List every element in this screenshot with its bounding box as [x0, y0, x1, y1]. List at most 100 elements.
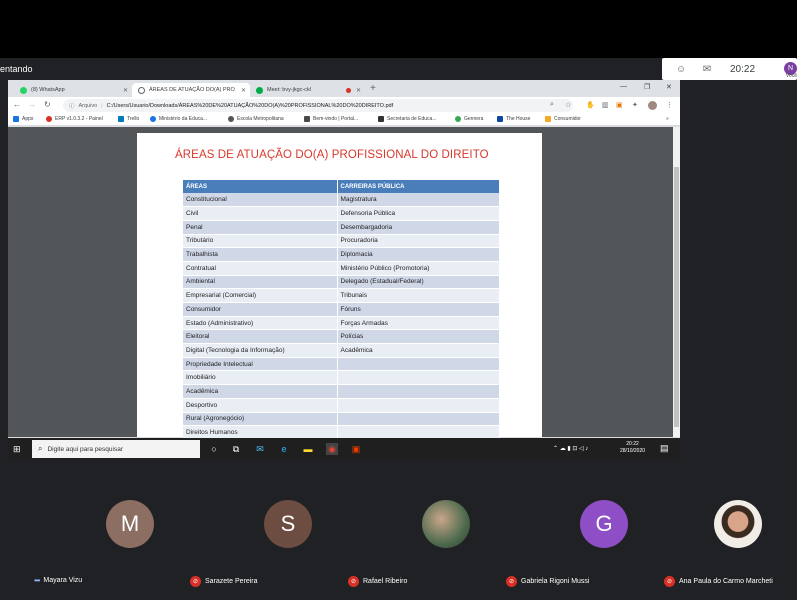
bookmark-item[interactable]: Consumidor: [545, 116, 581, 122]
tab-meet[interactable]: Meet: bvy-jkgc-ckl ✕: [250, 83, 365, 97]
bookmark-item[interactable]: Escola Metropolitana: [228, 116, 284, 122]
close-icon[interactable]: ✕: [356, 87, 361, 94]
bookmark-item[interactable]: Gennera: [455, 116, 483, 122]
career-cell: Acadêmica: [337, 343, 500, 358]
search-icon[interactable]: ⌕: [550, 101, 554, 109]
people-icon[interactable]: ☺: [674, 63, 688, 75]
info-icon: ⓘ: [69, 103, 75, 110]
close-icon[interactable]: ✕: [241, 87, 246, 94]
area-cell: Ambiental: [183, 275, 338, 290]
apps-icon: [13, 116, 19, 122]
separator: |: [101, 102, 103, 109]
participant-tile: S ⊘ Sarazete Pereira: [190, 498, 366, 598]
avatar: M: [106, 500, 154, 548]
windows-start-icon[interactable]: ⊞: [13, 444, 21, 455]
bookmark-icon: [545, 116, 551, 122]
back-icon[interactable]: ←: [13, 100, 21, 109]
office-icon[interactable]: ▣: [350, 443, 362, 455]
maximize-icon[interactable]: ❐: [644, 83, 650, 91]
self-label: Você: [785, 73, 797, 79]
tray-icons[interactable]: ⌃ ☁ ▮ ⊡ ◁ ♪: [553, 445, 588, 452]
notifications-icon[interactable]: ▤: [660, 443, 669, 454]
bookmark-icon: [150, 116, 156, 122]
cortana-icon[interactable]: ○: [208, 443, 220, 455]
area-cell: Tributário: [183, 234, 338, 249]
chrome-icon[interactable]: ◉: [326, 443, 338, 455]
scrollbar[interactable]: [673, 127, 680, 437]
bookmark-icon: [378, 116, 384, 122]
table-row: Ambiental Delegado (Estadual/Federal): [183, 275, 500, 290]
scrollbar-thumb[interactable]: [674, 167, 679, 427]
bookmark-item[interactable]: ERP v1.0.3.2 - Painel: [46, 116, 103, 122]
reload-icon[interactable]: ↻: [44, 100, 51, 109]
profile-avatar[interactable]: [648, 101, 657, 110]
task-view-icon[interactable]: ⧉: [230, 443, 242, 455]
url-input[interactable]: ⓘ Arquivo | C:/Users/Usuario/Downloads/Á…: [63, 99, 573, 112]
taskbar-clock: 20:22 28/10/2020: [620, 441, 645, 455]
folder-icon[interactable]: ▬: [302, 443, 314, 455]
participant-tile: ⊘ Ana Paula do Carmo Marcheti: [656, 498, 797, 598]
bookmark-item[interactable]: The House: [497, 116, 530, 122]
bookmark-icon: [46, 116, 52, 122]
bookmark-item[interactable]: Trello: [118, 116, 139, 122]
close-icon[interactable]: ✕: [123, 87, 128, 94]
table-header-row: ÁREAS CARREIRAS PÚBLICA: [183, 180, 500, 193]
area-cell: Civil: [183, 206, 338, 221]
area-cell: Acadêmica: [183, 384, 338, 399]
table-body: Constitucional Magistratura Civil Defensori…: [183, 193, 500, 440]
table-row: Imobiliário: [183, 370, 500, 386]
meet-clock: 20:22: [730, 63, 756, 75]
table-row: Empresarial (Comercial) Tribunais: [183, 288, 500, 303]
close-window-icon[interactable]: ✕: [666, 83, 672, 91]
table-row: Estado (Administrativo) Forças Armadas: [183, 316, 500, 331]
career-cell: [337, 412, 500, 427]
taskbar-search-input[interactable]: ⌕ Digite aqui para pesquisar: [32, 440, 200, 458]
tab-whatsapp[interactable]: (8) WhatsApp ✕: [14, 83, 132, 97]
mic-off-icon: ⊘: [664, 576, 675, 587]
globe-icon: [138, 86, 145, 94]
area-cell: Penal: [183, 220, 338, 235]
forward-icon[interactable]: →: [28, 100, 36, 109]
bookmark-icon: [497, 116, 503, 122]
address-label: Arquivo: [78, 102, 98, 109]
shared-screen: (8) WhatsApp ✕ ÁREAS DE ATUAÇÃO DO(A) PR…: [8, 80, 680, 460]
avatar-photo: [422, 500, 470, 548]
career-cell: [337, 357, 500, 372]
participant-name: ⊘ Rafael Ribeiro: [348, 576, 407, 587]
minimize-icon[interactable]: —: [620, 83, 627, 90]
career-cell: Fóruns: [337, 302, 500, 317]
puzzle-icon[interactable]: ✦: [632, 101, 638, 109]
participant-name: ⊘ Sarazete Pereira: [190, 576, 258, 587]
chat-icon[interactable]: ✉: [700, 63, 714, 75]
bookmark-item[interactable]: Secretaria de Educa...: [378, 116, 436, 122]
meet-controls: ☺ ✉ 20:22 N Você: [662, 58, 797, 80]
tab-pdf[interactable]: ÁREAS DE ATUAÇÃO DO(A) PRO ✕: [132, 83, 250, 97]
bookmark-item[interactable]: Ministério da Educa...: [150, 116, 207, 122]
bookmark-item[interactable]: Bem-vindo | Portal...: [304, 116, 358, 122]
meet-window: entando ☺ ✉ 20:22 N Você (8) WhatsApp ✕ …: [0, 0, 797, 600]
hand-icon[interactable]: ✋: [586, 101, 595, 109]
menu-icon[interactable]: ⋮: [666, 101, 673, 109]
tab-label: ÁREAS DE ATUAÇÃO DO(A) PRO: [149, 87, 235, 93]
mic-off-icon: ⊘: [190, 576, 201, 587]
participant-tile: M ••• Mayara Vizu: [34, 498, 208, 598]
more-bookmarks-icon[interactable]: »: [666, 116, 669, 122]
google-icon: [455, 116, 461, 122]
new-tab-button[interactable]: +: [370, 83, 376, 94]
mail-icon[interactable]: ✉: [254, 443, 266, 455]
career-cell: [337, 398, 500, 413]
area-cell: Consumidor: [183, 302, 338, 317]
bookmark-apps[interactable]: Apps: [13, 116, 33, 122]
career-cell: Procuradoria: [337, 234, 500, 249]
career-cell: Desembargadoria: [337, 220, 500, 235]
extension-icon[interactable]: ▣: [616, 101, 623, 109]
area-cell: Eleitoral: [183, 329, 338, 345]
star-icon[interactable]: ☆: [565, 101, 571, 109]
whatsapp-icon: [20, 86, 27, 94]
table-row: Propriedade Intelectual: [183, 357, 500, 372]
career-cell: Delegado (Estadual/Federal): [337, 275, 500, 290]
edge-icon[interactable]: e: [278, 443, 290, 455]
extension-icon[interactable]: ▥: [602, 101, 609, 109]
pdf-viewer: ÁREAS DE ATUAÇÃO DO(A) PROFISSIONAL DO D…: [8, 127, 673, 440]
area-cell: Desportivo: [183, 398, 338, 413]
